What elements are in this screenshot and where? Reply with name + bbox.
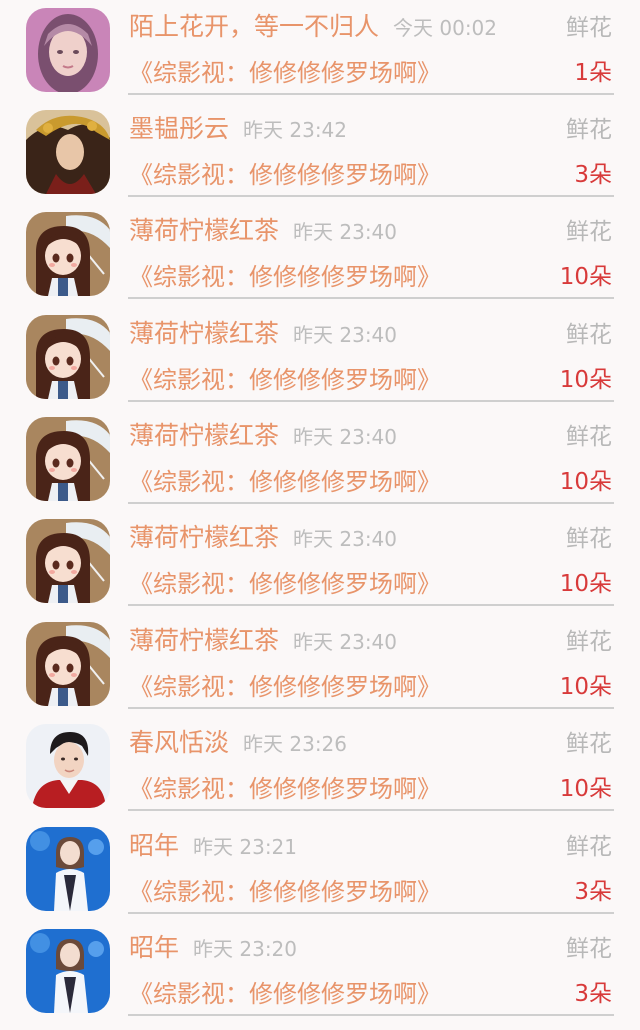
young-man-avatar-icon[interactable] [26, 724, 110, 808]
gift-type-label: 鲜花 [566, 834, 612, 860]
send-time: 昨天 23:40 [293, 527, 398, 551]
gift-type-label: 鲜花 [566, 15, 612, 41]
book-title[interactable]: 《综影视：修修修修罗场啊》 [129, 261, 441, 293]
sender-line: 薄荷柠檬红茶 昨天 23:40 [129, 317, 397, 352]
list-item[interactable]: 昭年 昨天 23:21 鲜花 《综影视：修修修修罗场啊》 3朵 [0, 819, 640, 921]
gift-type-label: 鲜花 [566, 219, 612, 245]
divider [128, 400, 614, 402]
send-time: 昨天 23:21 [193, 835, 298, 859]
book-title[interactable]: 《综影视：修修修修罗场啊》 [129, 671, 441, 703]
send-time: 昨天 23:40 [293, 425, 398, 449]
sender-name[interactable]: 陌上花开，等一不归人 [129, 12, 379, 41]
gift-count: 10朵 [559, 674, 612, 700]
sender-name[interactable]: 薄荷柠檬红茶 [129, 421, 279, 450]
sender-name[interactable]: 墨韫彤云 [129, 114, 229, 143]
divider [128, 1014, 614, 1016]
stage-singer-avatar-icon[interactable] [26, 827, 110, 911]
send-time: 昨天 23:40 [293, 323, 398, 347]
cartoon-girl-avatar-icon[interactable] [26, 315, 110, 399]
list-item[interactable]: 墨韫彤云 昨天 23:42 鲜花 《综影视：修修修修罗场啊》 3朵 [0, 102, 640, 204]
sender-line: 薄荷柠檬红茶 昨天 23:40 [129, 214, 397, 249]
gift-count: 10朵 [559, 776, 612, 802]
book-title[interactable]: 《综影视：修修修修罗场啊》 [129, 466, 441, 498]
sender-line: 薄荷柠檬红茶 昨天 23:40 [129, 419, 397, 454]
sender-line: 春风恬淡 昨天 23:26 [129, 726, 347, 761]
girl-avatar-icon[interactable] [26, 8, 110, 92]
gift-count: 1朵 [574, 60, 612, 86]
gift-count: 10朵 [559, 469, 612, 495]
list-item[interactable]: 陌上花开，等一不归人 今天 00:02 鲜花 《综影视：修修修修罗场啊》 1朵 [0, 0, 640, 102]
sender-line: 昭年 昨天 23:20 [129, 931, 297, 966]
list-item[interactable]: 薄荷柠檬红茶 昨天 23:40 鲜花 《综影视：修修修修罗场啊》 10朵 [0, 204, 640, 306]
sender-name[interactable]: 薄荷柠檬红茶 [129, 626, 279, 655]
send-time: 昨天 23:26 [243, 732, 348, 756]
list-item[interactable]: 春风恬淡 昨天 23:26 鲜花 《综影视：修修修修罗场啊》 10朵 [0, 716, 640, 818]
book-title[interactable]: 《综影视：修修修修罗场啊》 [129, 978, 441, 1010]
list-item[interactable]: 薄荷柠檬红茶 昨天 23:40 鲜花 《综影视：修修修修罗场啊》 10朵 [0, 307, 640, 409]
list-item[interactable]: 薄荷柠檬红茶 昨天 23:40 鲜花 《综影视：修修修修罗场啊》 10朵 [0, 614, 640, 716]
sender-name[interactable]: 薄荷柠檬红茶 [129, 216, 279, 245]
send-time: 昨天 23:40 [293, 220, 398, 244]
divider [128, 93, 614, 95]
gift-type-label: 鲜花 [566, 424, 612, 450]
divider [128, 502, 614, 504]
send-time: 昨天 23:42 [243, 118, 348, 142]
sender-name[interactable]: 春风恬淡 [129, 728, 229, 757]
divider [128, 195, 614, 197]
sender-line: 薄荷柠檬红茶 昨天 23:40 [129, 624, 397, 659]
cartoon-girl-avatar-icon[interactable] [26, 519, 110, 603]
list-item[interactable]: 薄荷柠檬红茶 昨天 23:40 鲜花 《综影视：修修修修罗场啊》 10朵 [0, 409, 640, 511]
gift-count: 10朵 [559, 367, 612, 393]
stage-singer-avatar-icon[interactable] [26, 929, 110, 1013]
book-title[interactable]: 《综影视：修修修修罗场啊》 [129, 876, 441, 908]
divider [128, 604, 614, 606]
gift-count: 10朵 [559, 571, 612, 597]
sender-line: 墨韫彤云 昨天 23:42 [129, 112, 347, 147]
gift-type-label: 鲜花 [566, 936, 612, 962]
divider [128, 297, 614, 299]
sender-name[interactable]: 薄荷柠檬红茶 [129, 319, 279, 348]
gift-type-label: 鲜花 [566, 731, 612, 757]
gift-type-label: 鲜花 [566, 322, 612, 348]
gift-type-label: 鲜花 [566, 526, 612, 552]
book-title[interactable]: 《综影视：修修修修罗场啊》 [129, 57, 441, 89]
book-title[interactable]: 《综影视：修修修修罗场啊》 [129, 159, 441, 191]
cartoon-girl-avatar-icon[interactable] [26, 212, 110, 296]
costume-avatar-icon[interactable] [26, 110, 110, 194]
gift-count: 3朵 [574, 162, 612, 188]
send-time: 今天 00:02 [393, 16, 498, 40]
divider [128, 707, 614, 709]
sender-name[interactable]: 薄荷柠檬红茶 [129, 523, 279, 552]
gift-type-label: 鲜花 [566, 629, 612, 655]
list-item[interactable]: 昭年 昨天 23:20 鲜花 《综影视：修修修修罗场啊》 3朵 [0, 921, 640, 1023]
book-title[interactable]: 《综影视：修修修修罗场啊》 [129, 773, 441, 805]
send-time: 昨天 23:20 [193, 937, 298, 961]
send-time: 昨天 23:40 [293, 630, 398, 654]
cartoon-girl-avatar-icon[interactable] [26, 417, 110, 501]
gift-count: 3朵 [574, 981, 612, 1007]
gift-type-label: 鲜花 [566, 117, 612, 143]
gift-count: 3朵 [574, 879, 612, 905]
divider [128, 809, 614, 811]
sender-line: 昭年 昨天 23:21 [129, 829, 297, 864]
gift-record-list: 陌上花开，等一不归人 今天 00:02 鲜花 《综影视：修修修修罗场啊》 1朵 墨… [0, 0, 640, 1030]
sender-line: 陌上花开，等一不归人 今天 00:02 [129, 10, 497, 45]
sender-name[interactable]: 昭年 [129, 933, 179, 962]
gift-count: 10朵 [559, 264, 612, 290]
divider [128, 912, 614, 914]
sender-line: 薄荷柠檬红茶 昨天 23:40 [129, 521, 397, 556]
book-title[interactable]: 《综影视：修修修修罗场啊》 [129, 364, 441, 396]
cartoon-girl-avatar-icon[interactable] [26, 622, 110, 706]
book-title[interactable]: 《综影视：修修修修罗场啊》 [129, 568, 441, 600]
sender-name[interactable]: 昭年 [129, 831, 179, 860]
list-item[interactable]: 薄荷柠檬红茶 昨天 23:40 鲜花 《综影视：修修修修罗场啊》 10朵 [0, 511, 640, 613]
